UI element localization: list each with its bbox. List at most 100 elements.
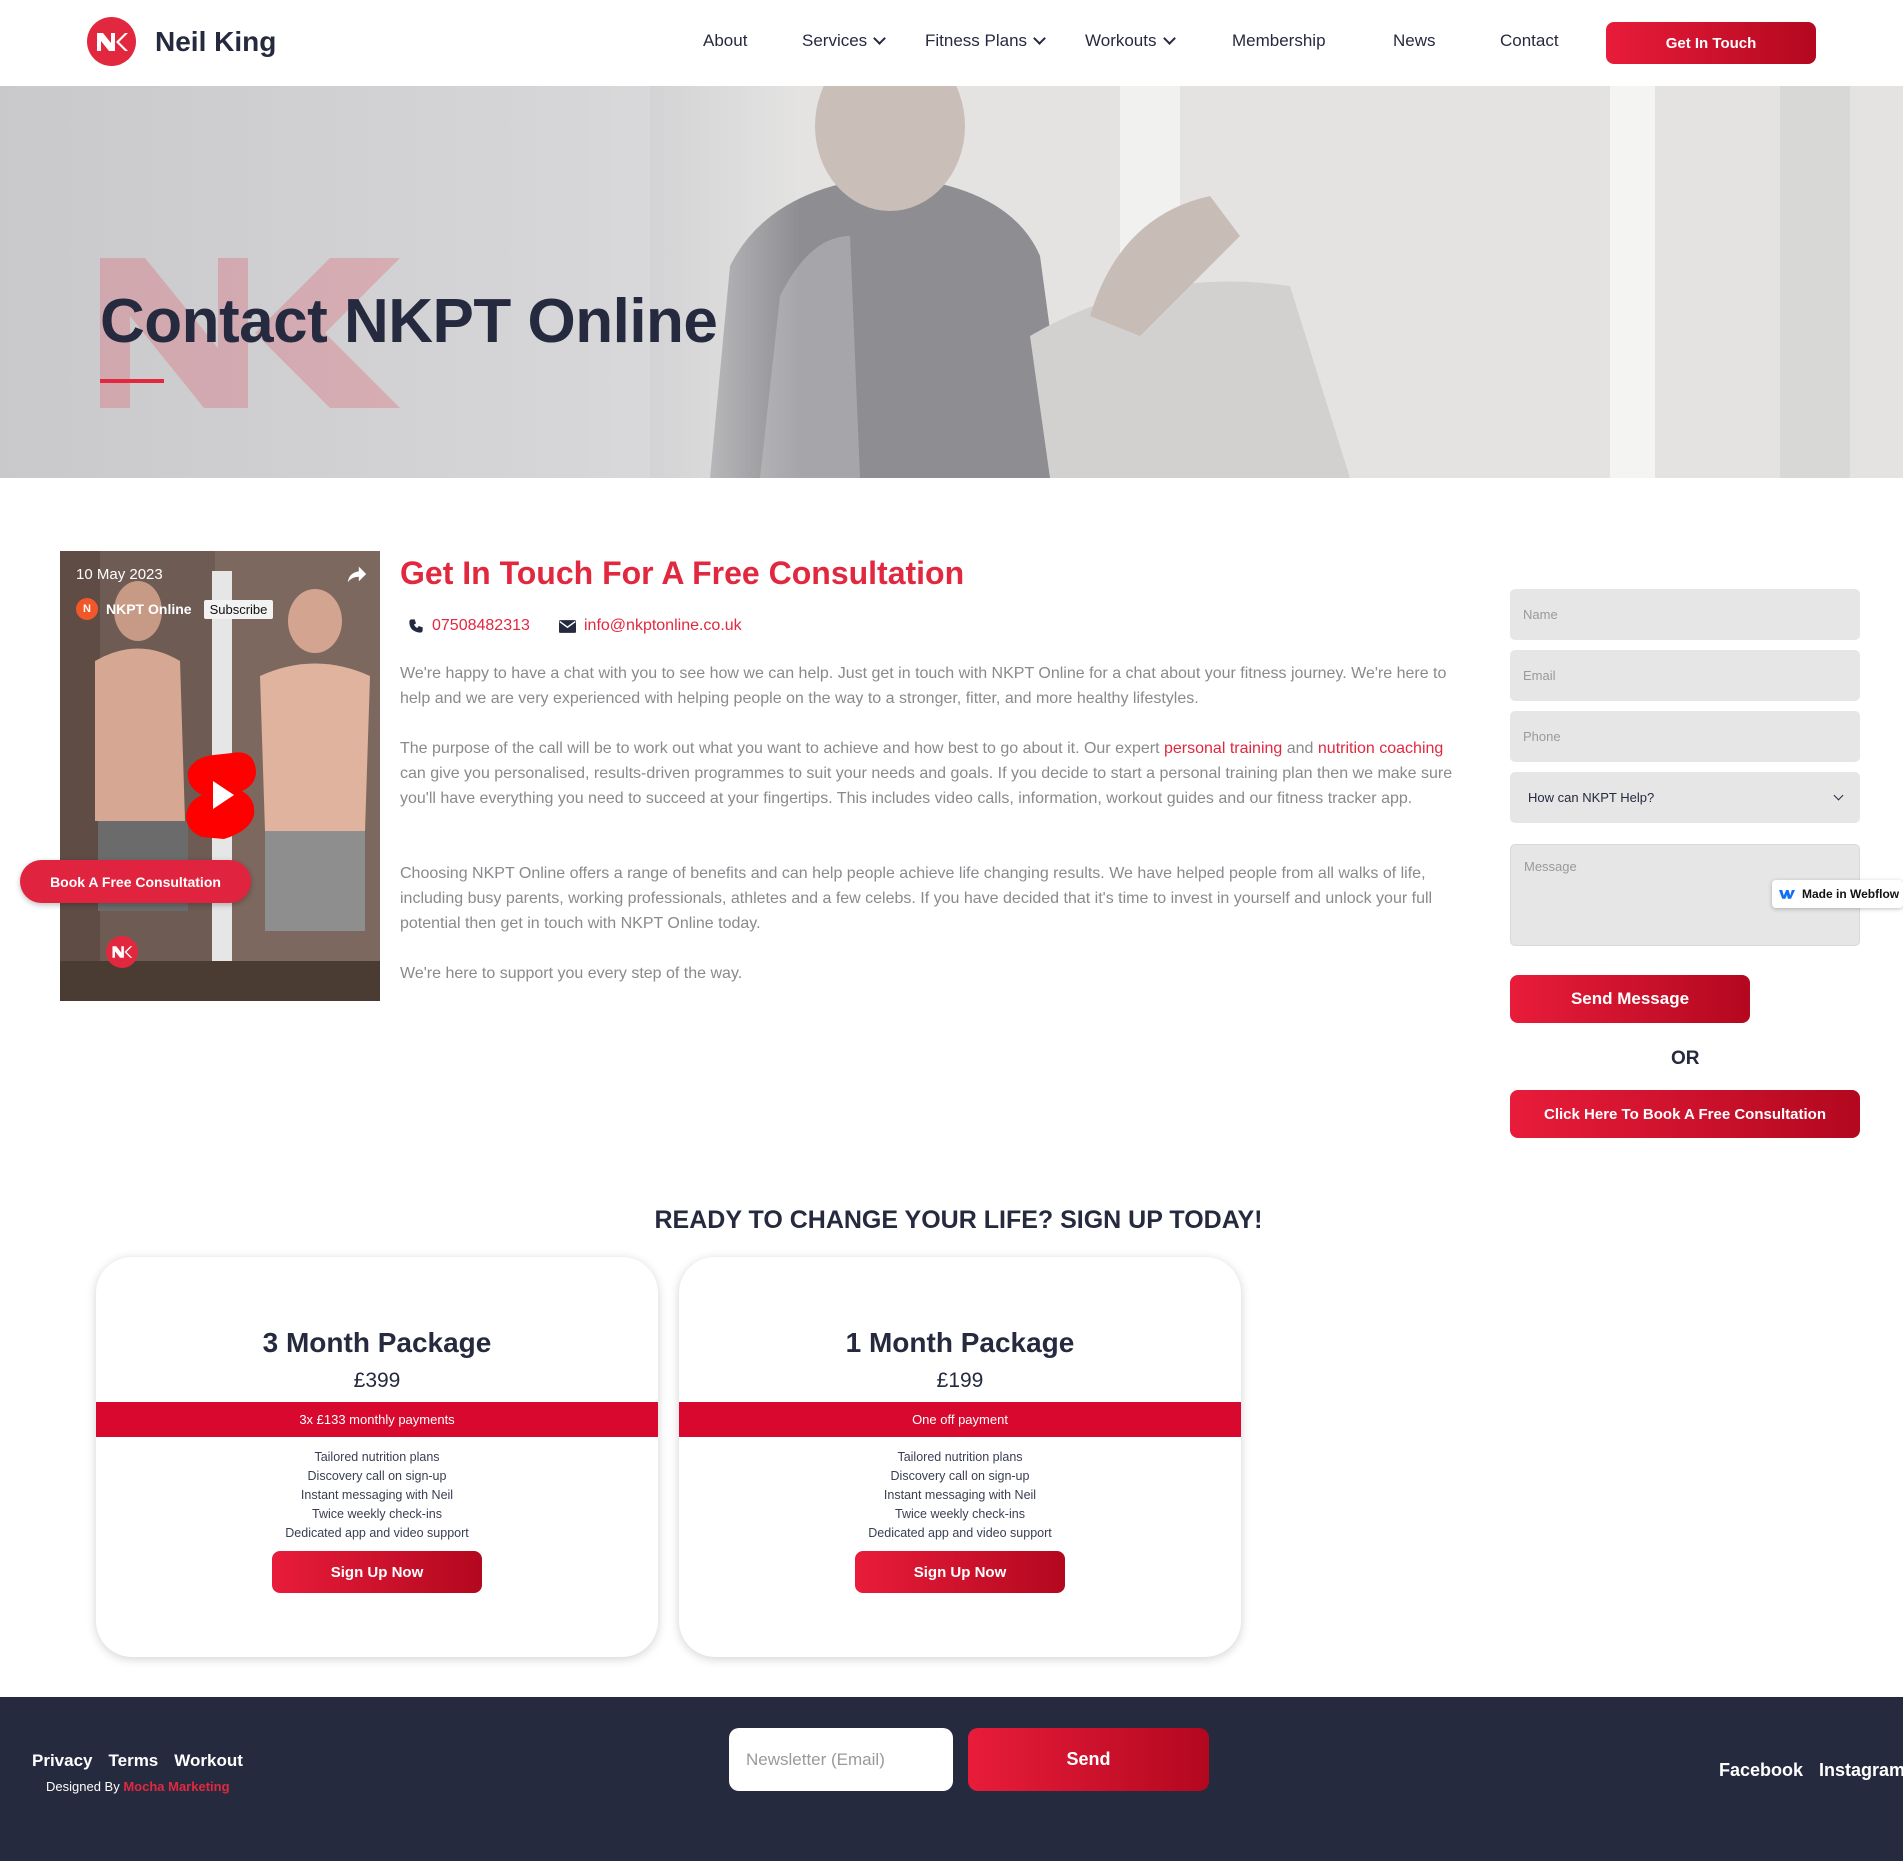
- facebook-link[interactable]: Facebook: [1719, 1760, 1803, 1781]
- feature-item: Discovery call on sign-up: [307, 1469, 447, 1483]
- newsletter-email-input[interactable]: Newsletter (Email): [729, 1728, 953, 1791]
- page-title: Contact NKPT Online: [100, 287, 718, 356]
- email-input[interactable]: [1510, 650, 1860, 701]
- instagram-link[interactable]: Instagram: [1819, 1760, 1903, 1781]
- hero-banner: Contact NKPT Online: [0, 86, 1903, 478]
- contact-heading: Get In Touch For A Free Consultation: [400, 555, 965, 591]
- package-price: £199: [936, 1369, 984, 1392]
- paragraph-text: can give you personalised, results-drive…: [400, 765, 1453, 807]
- nav-fitness-plans[interactable]: Fitness Plans: [925, 31, 1046, 51]
- designed-by-label: Designed By: [46, 1779, 120, 1794]
- package-price: £399: [353, 1369, 401, 1392]
- phone-link[interactable]: 07508482313: [408, 617, 530, 635]
- personal-training-link[interactable]: personal training: [1164, 740, 1282, 757]
- name-input[interactable]: [1510, 589, 1860, 640]
- chevron-down-icon: [1162, 32, 1176, 45]
- webflow-logo-icon: [1779, 890, 1795, 899]
- feature-item: Instant messaging with Neil: [883, 1488, 1037, 1502]
- package-payment-band: 3x £133 monthly payments: [96, 1402, 658, 1437]
- video-date: 10 May 2023: [76, 566, 163, 583]
- chevron-down-icon: [1033, 32, 1046, 45]
- brand-name: Neil King: [155, 25, 277, 57]
- feature-item: Twice weekly check-ins: [312, 1507, 442, 1521]
- nk-logo-icon: [87, 17, 136, 66]
- nav-contact[interactable]: Contact: [1500, 31, 1559, 51]
- title-underline: [100, 379, 164, 383]
- channel-name[interactable]: NKPT Online: [106, 601, 192, 617]
- feature-item: Discovery call on sign-up: [890, 1469, 1030, 1483]
- nav-about-label: About: [703, 31, 748, 50]
- book-consultation-floating-button[interactable]: Book A Free Consultation: [20, 860, 251, 903]
- phone-input[interactable]: [1510, 711, 1860, 762]
- help-select[interactable]: How can NKPT Help?: [1510, 772, 1860, 823]
- nav-contact-label: Contact: [1500, 31, 1559, 50]
- feature-item: Instant messaging with Neil: [300, 1488, 454, 1502]
- package-title: 3 Month Package: [262, 1327, 492, 1358]
- designer-credit: Designed By Mocha Marketing: [46, 1779, 230, 1794]
- newsletter-placeholder: Newsletter (Email): [746, 1749, 885, 1769]
- webflow-badge-label: Made in Webflow: [1802, 887, 1900, 901]
- nav-membership[interactable]: Membership: [1232, 31, 1326, 51]
- signup-heading: READY TO CHANGE YOUR LIFE? SIGN UP TODAY…: [0, 1206, 1903, 1235]
- nav-fitness-plans-label: Fitness Plans: [925, 31, 1028, 50]
- phone-icon: [409, 619, 423, 633]
- youtube-shorts-play-icon[interactable]: [184, 749, 258, 841]
- video-embed[interactable]: 10 May 2023 N NKPT Online Subscribe: [60, 551, 380, 1001]
- nav-services[interactable]: Services: [802, 31, 887, 51]
- nutrition-coaching-link[interactable]: nutrition coaching: [1318, 740, 1443, 757]
- footer-link-workout[interactable]: Workout: [174, 1751, 243, 1771]
- nav-membership-label: Membership: [1232, 31, 1326, 50]
- newsletter-send-button[interactable]: Send: [968, 1728, 1209, 1791]
- package-payment-band: One off payment: [679, 1402, 1241, 1437]
- designer-link[interactable]: Mocha Marketing: [123, 1779, 229, 1794]
- help-select-value: How can NKPT Help?: [1528, 790, 1655, 805]
- contact-paragraph-4: We're here to support you every step of …: [400, 965, 743, 982]
- feature-item: Tailored nutrition plans: [897, 1450, 1023, 1464]
- package-card-1-month: 1 Month Package £199 One off payment Tai…: [679, 1257, 1241, 1657]
- contact-paragraph-2: The purpose of the call will be to work …: [400, 736, 1460, 811]
- sign-up-button[interactable]: Sign Up Now: [855, 1551, 1065, 1593]
- nav-about[interactable]: About: [703, 31, 747, 51]
- paragraph-text: The purpose of the call will be to work …: [400, 740, 1164, 757]
- contact-paragraph-1: We're happy to have a chat with you to s…: [400, 665, 1447, 707]
- made-in-webflow-badge[interactable]: Made in Webflow: [1772, 880, 1903, 908]
- nav-workouts-label: Workouts: [1085, 31, 1157, 50]
- site-header: Neil King About Services Fitness Plans W…: [0, 0, 1903, 86]
- package-features: Tailored nutrition plans Discovery call …: [679, 1448, 1241, 1543]
- phone-number: 07508482313: [432, 617, 530, 634]
- nav-services-label: Services: [802, 31, 868, 50]
- footer-links: Privacy Terms Workout: [32, 1751, 243, 1771]
- share-icon[interactable]: [346, 563, 368, 585]
- footer-link-privacy[interactable]: Privacy: [32, 1751, 93, 1771]
- chevron-down-icon: [873, 32, 887, 45]
- chevron-down-icon: [1833, 790, 1844, 800]
- package-card-3-month: 3 Month Package £399 3x £133 monthly pay…: [96, 1257, 658, 1657]
- footer-link-terms[interactable]: Terms: [109, 1751, 159, 1771]
- signup-heading-text: READY TO CHANGE YOUR LIFE? SIGN UP TODAY…: [654, 1206, 1263, 1234]
- sign-up-button[interactable]: Sign Up Now: [272, 1551, 482, 1593]
- nav-workouts[interactable]: Workouts: [1085, 31, 1176, 51]
- nav-news[interactable]: News: [1393, 31, 1436, 51]
- subscribe-button[interactable]: Subscribe: [203, 599, 274, 619]
- get-in-touch-button[interactable]: Get In Touch: [1606, 22, 1816, 64]
- feature-item: Dedicated app and video support: [868, 1526, 1052, 1540]
- hero-photo: [650, 86, 1903, 478]
- send-message-button[interactable]: Send Message: [1510, 975, 1750, 1023]
- envelope-icon: [559, 619, 576, 633]
- channel-avatar: N: [76, 598, 98, 620]
- feature-item: Twice weekly check-ins: [895, 1507, 1025, 1521]
- package-features: Tailored nutrition plans Discovery call …: [96, 1448, 658, 1543]
- contact-paragraph-3: Choosing NKPT Online offers a range of b…: [400, 865, 1433, 932]
- nav-news-label: News: [1393, 31, 1436, 50]
- or-divider: OR: [1671, 1048, 1700, 1069]
- feature-item: Tailored nutrition plans: [314, 1450, 440, 1464]
- video-channel: N NKPT Online Subscribe: [76, 598, 274, 620]
- paragraph-text: and: [1282, 740, 1318, 757]
- nk-logo-icon: [106, 936, 138, 968]
- brand-logo[interactable]: Neil King: [87, 17, 276, 66]
- email-address: info@nkptonline.co.uk: [584, 617, 742, 634]
- feature-item: Dedicated app and video support: [285, 1526, 469, 1540]
- email-link[interactable]: info@nkptonline.co.uk: [559, 617, 742, 635]
- social-links: Facebook Instagram: [1719, 1760, 1903, 1781]
- book-consultation-button[interactable]: Click Here To Book A Free Consultation: [1510, 1090, 1860, 1138]
